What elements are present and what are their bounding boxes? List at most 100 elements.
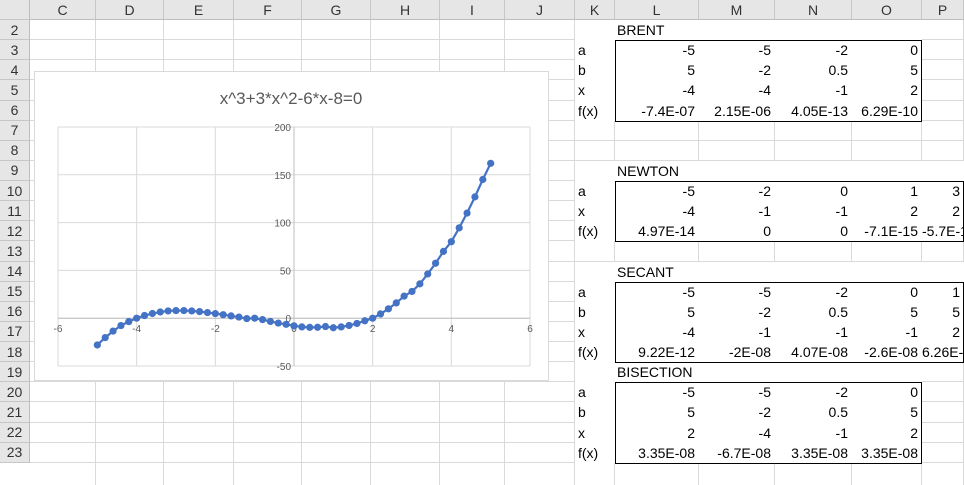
brent-cell[interactable]: -2 [775, 40, 852, 60]
brent-cell[interactable]: 5 [615, 60, 699, 80]
bisection-cell[interactable]: 0.5 [775, 402, 852, 422]
newton-cell[interactable]: 0 [775, 221, 852, 241]
secant-cell[interactable]: 4.07E-08 [775, 342, 852, 362]
column-header-e[interactable]: E [164, 0, 234, 20]
spreadsheet-grid[interactable]: CDEFGHIJKLMNOP 2 3 4 5 6 7 8 9 10 11 12 13 14 15 16 17 1… [0, 0, 964, 485]
newton-cell[interactable]: 0 [699, 221, 775, 241]
row-header-12[interactable]: 12 [0, 221, 30, 242]
secant-cell[interactable]: -1 [775, 322, 852, 342]
brent-cell[interactable]: -4 [615, 80, 699, 100]
brent-cell[interactable]: -2 [699, 60, 775, 80]
column-header-j[interactable]: J [505, 0, 575, 20]
column-header-c[interactable]: C [30, 0, 96, 20]
row-header-10[interactable]: 10 [0, 181, 30, 202]
column-header-m[interactable]: M [699, 0, 775, 20]
column-header-d[interactable]: D [96, 0, 164, 20]
column-header-h[interactable]: H [371, 0, 440, 20]
brent-cell[interactable]: -5 [615, 40, 699, 60]
brent-cell[interactable]: 0.5 [775, 60, 852, 80]
bisection-cell[interactable]: -2 [775, 382, 852, 402]
bisection-cell[interactable]: -5 [699, 382, 775, 402]
newton-cell[interactable]: -1 [699, 201, 775, 221]
newton-cell[interactable]: -7.1E-15 [852, 221, 922, 241]
row-header-5[interactable]: 5 [0, 80, 30, 101]
secant-cell[interactable]: -2.6E-08 [852, 342, 922, 362]
secant-cell[interactable]: 5 [615, 302, 699, 322]
bisection-cell[interactable]: -1 [775, 423, 852, 443]
select-all-corner[interactable] [0, 0, 30, 20]
row-header-17[interactable]: 17 [0, 321, 30, 342]
column-header-i[interactable]: I [440, 0, 505, 20]
secant-cell[interactable]: -2 [775, 282, 852, 302]
column-header-f[interactable]: F [234, 0, 302, 20]
row-header-20[interactable]: 20 [0, 382, 30, 403]
secant-cell[interactable]: -5 [615, 282, 699, 302]
row-header-22[interactable]: 22 [0, 422, 30, 443]
row-header-4[interactable]: 4 [0, 60, 30, 81]
secant-cell[interactable]: 0.5 [775, 302, 852, 322]
bisection-cell[interactable]: -6.7E-08 [699, 443, 775, 463]
newton-cell[interactable]: 3 [922, 181, 964, 201]
row-header-8[interactable]: 8 [0, 140, 30, 161]
bisection-cell[interactable]: 5 [615, 402, 699, 422]
column-header-k[interactable]: K [575, 0, 615, 20]
bisection-cell[interactable]: 2 [615, 423, 699, 443]
bisection-cell[interactable]: 2 [852, 423, 922, 443]
row-header-9[interactable]: 9 [0, 160, 30, 181]
row-header-7[interactable]: 7 [0, 120, 30, 141]
bisection-cell[interactable]: -5 [615, 382, 699, 402]
row-header-19[interactable]: 19 [0, 362, 30, 383]
bisection-cell[interactable]: 5 [852, 402, 922, 422]
newton-cell[interactable]: 2 [852, 201, 922, 221]
row-header-11[interactable]: 11 [0, 201, 30, 222]
row-header-21[interactable]: 21 [0, 402, 30, 423]
newton-cell[interactable]: 0 [775, 181, 852, 201]
secant-cell[interactable]: 1 [922, 282, 964, 302]
brent-cell[interactable]: -7.4E-07 [615, 101, 699, 121]
row-header-13[interactable]: 13 [0, 241, 30, 262]
row-header-23[interactable]: 23 [0, 442, 30, 463]
brent-cell[interactable]: 4.05E-13 [775, 101, 852, 121]
row-header-16[interactable]: 16 [0, 301, 30, 322]
secant-cell[interactable]: 9.22E-12 [615, 342, 699, 362]
brent-cell[interactable]: 2.15E-06 [699, 101, 775, 121]
column-header-l[interactable]: L [615, 0, 699, 20]
brent-cell[interactable]: 2 [852, 80, 922, 100]
column-header-o[interactable]: O [852, 0, 922, 20]
secant-cell[interactable]: 5 [852, 302, 922, 322]
row-header-2[interactable]: 2 [0, 20, 30, 41]
bisection-cell[interactable]: -2 [699, 402, 775, 422]
column-header-g[interactable]: G [302, 0, 371, 20]
chart-object[interactable]: x^3+3*x^2-6*x-8=0 -6 -4 -2 0 2 4 6 -50 0 50 100 150 2… [34, 71, 549, 381]
bisection-cell[interactable]: -4 [699, 423, 775, 443]
newton-cell[interactable]: -4 [615, 201, 699, 221]
brent-cell[interactable]: 6.29E-10 [852, 101, 922, 121]
secant-cell[interactable]: 6.26E-12 [922, 342, 964, 362]
bisection-cell[interactable]: 3.35E-08 [852, 443, 922, 463]
secant-cell[interactable]: -2E-08 [699, 342, 775, 362]
brent-cell[interactable]: 5 [852, 60, 922, 80]
secant-cell[interactable]: 2 [922, 322, 964, 342]
secant-cell[interactable]: -4 [615, 322, 699, 342]
row-header-15[interactable]: 15 [0, 281, 30, 302]
row-header-14[interactable]: 14 [0, 261, 30, 282]
bisection-cell[interactable]: 0 [852, 382, 922, 402]
newton-cell[interactable]: -1 [775, 201, 852, 221]
secant-cell[interactable]: -1 [699, 322, 775, 342]
brent-cell[interactable]: 0 [852, 40, 922, 60]
newton-cell[interactable]: 2 [922, 201, 964, 221]
bisection-cell[interactable]: 3.35E-08 [775, 443, 852, 463]
brent-cell[interactable]: -4 [699, 80, 775, 100]
column-header-p[interactable]: P [922, 0, 964, 20]
secant-cell[interactable]: -2 [699, 302, 775, 322]
newton-cell[interactable]: -2 [699, 181, 775, 201]
secant-cell[interactable]: -5 [699, 282, 775, 302]
row-header-6[interactable]: 6 [0, 100, 30, 121]
secant-cell[interactable]: 5 [922, 302, 964, 322]
newton-cell[interactable]: -5.7E-14 [922, 221, 964, 241]
bisection-cell[interactable]: 3.35E-08 [615, 443, 699, 463]
brent-cell[interactable]: -1 [775, 80, 852, 100]
newton-cell[interactable]: 1 [852, 181, 922, 201]
newton-cell[interactable]: 4.97E-14 [615, 221, 699, 241]
secant-cell[interactable]: 0 [852, 282, 922, 302]
